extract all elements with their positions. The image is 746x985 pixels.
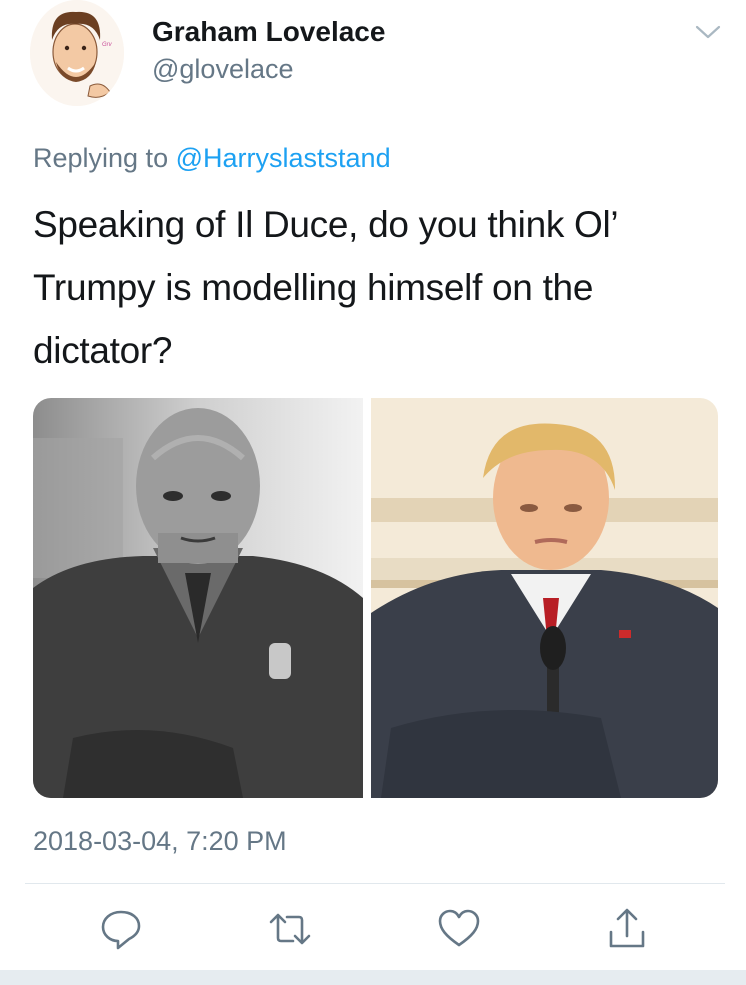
reply-icon[interactable] [98, 906, 144, 952]
author-handle[interactable]: @glovelace [152, 54, 294, 85]
svg-text:Grv: Grv [102, 42, 113, 48]
bottom-bar [0, 970, 746, 985]
photo-left[interactable] [33, 398, 363, 798]
share-icon[interactable] [604, 906, 650, 952]
heart-icon[interactable] [436, 906, 482, 952]
retweet-icon[interactable] [267, 906, 313, 952]
avatar[interactable]: Grv [30, 0, 124, 106]
divider [25, 883, 725, 884]
tweet-timestamp[interactable]: 2018-03-04, 7:20 PM [33, 826, 287, 857]
photo-right[interactable] [371, 398, 718, 798]
replying-to: Replying to @Harryslaststand [33, 143, 391, 174]
tweet-text: Speaking of Il Duce, do you think Ol’ Tr… [33, 204, 617, 371]
tweet-media[interactable] [33, 398, 718, 798]
replying-prefix: Replying to [33, 143, 169, 173]
mention-link[interactable]: @Harryslaststand [176, 143, 391, 173]
author-name[interactable]: Graham Lovelace [152, 16, 385, 48]
chevron-down-icon[interactable] [694, 22, 722, 42]
